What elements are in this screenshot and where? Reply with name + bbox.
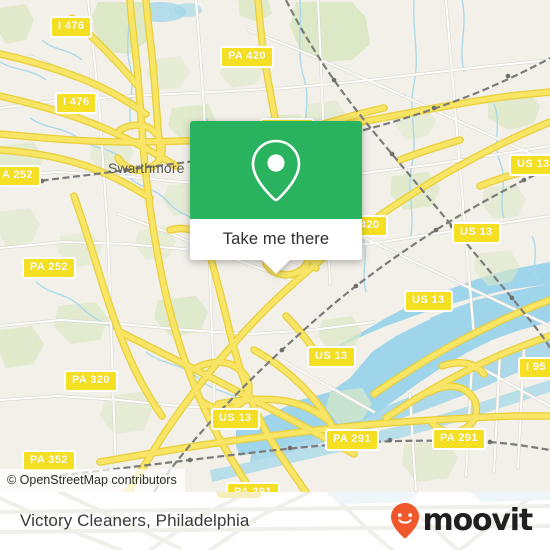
moovit-smiley-pin-icon	[390, 503, 419, 539]
shield-pa-420-north[interactable]: PA 420	[220, 46, 274, 68]
take-me-there-button[interactable]: Take me there	[190, 219, 362, 260]
shield-us-13-south[interactable]: US 13	[211, 408, 260, 430]
callout-pointer-tail	[261, 259, 291, 274]
shield-pa-291-bottom[interactable]: PA 291	[226, 482, 280, 492]
map-canvas[interactable]: Swarthmore I 476 PA 420 I 476 PA 420 US …	[0, 0, 550, 492]
shield-pa-252-edge[interactable]: A 252	[0, 165, 41, 187]
shield-us-13-north[interactable]: US 13	[509, 154, 550, 176]
shield-pa-252[interactable]: PA 252	[22, 257, 76, 279]
callout-image-area	[190, 121, 362, 219]
footer-bar: Victory Cleaners, Philadelphia moovit	[0, 492, 550, 550]
shield-us-13-mid[interactable]: US 13	[307, 346, 356, 368]
shield-i-476-north[interactable]: I 476	[50, 16, 93, 38]
place-title: Victory Cleaners, Philadelphia	[20, 511, 250, 530]
shield-i-95[interactable]: I 95	[518, 357, 550, 379]
shield-pa-291-west[interactable]: PA 291	[325, 429, 379, 451]
map-pin-icon	[251, 139, 301, 202]
moovit-map-screenshot: Swarthmore I 476 PA 420 I 476 PA 420 US …	[0, 0, 550, 550]
place-label-swarthmore: Swarthmore	[108, 160, 185, 176]
location-callout-card[interactable]: Take me there	[190, 121, 362, 274]
osm-attribution[interactable]: © OpenStreetMap contributors	[0, 469, 185, 492]
moovit-brand-logo[interactable]: moovit	[390, 502, 534, 540]
shield-us-13-center[interactable]: US 13	[404, 290, 453, 312]
shield-us-13-east[interactable]: US 13	[452, 222, 501, 244]
shield-pa-291-east[interactable]: PA 291	[432, 428, 486, 450]
moovit-wordmark: moovit	[422, 503, 534, 538]
shield-i-476-south[interactable]: I 476	[55, 92, 98, 114]
shield-pa-320[interactable]: PA 320	[64, 370, 118, 392]
